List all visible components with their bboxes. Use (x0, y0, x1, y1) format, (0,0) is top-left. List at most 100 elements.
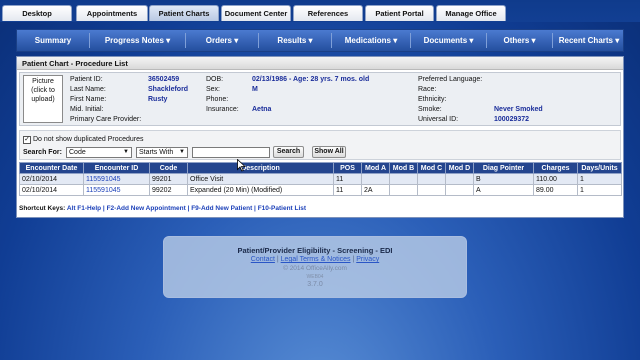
shortcut-add-appointment[interactable]: F2-Add New Appointment (107, 205, 186, 212)
tab-desktop[interactable]: Desktop (2, 5, 72, 21)
table-row[interactable]: 02/10/2014 115591045 99201 Office Visit … (19, 173, 622, 185)
smoke-value: Never Smoked (494, 106, 543, 113)
cell-mod-d (445, 184, 474, 196)
cell-days-units: 1 (577, 173, 622, 185)
first-name-value: Rusty (148, 96, 168, 103)
cell-encounter-date: 02/10/2014 (19, 173, 84, 185)
shortcut-add-patient[interactable]: F9-Add New Patient (191, 205, 252, 212)
cell-encounter-id-link[interactable]: 115591045 (83, 173, 150, 185)
dob-label: DOB: (206, 76, 224, 83)
nav-documents[interactable]: Documents ▾ (411, 30, 486, 51)
col-encounter-date[interactable]: Encounter Date (19, 162, 84, 174)
nav-recent-charts[interactable]: Recent Charts ▾ (553, 30, 625, 51)
cell-mod-d (445, 173, 474, 185)
procedure-table: Encounter Date Encounter ID Code Descrip… (19, 162, 622, 196)
mouse-pointer-icon (237, 159, 246, 172)
col-diag-pointer[interactable]: Diag Pointer (473, 162, 534, 174)
tab-appointments[interactable]: Appointments (76, 5, 148, 21)
chevron-down-icon: ▼ (179, 149, 185, 155)
cell-mod-b (389, 173, 418, 185)
version-text: 3.7.0 (307, 281, 323, 288)
tab-patient-charts[interactable]: Patient Charts (149, 5, 219, 21)
nav-results[interactable]: Results ▾ (259, 30, 331, 51)
cell-mod-a: 2A (361, 184, 390, 196)
cell-mod-c (417, 184, 446, 196)
race-label: Race: (418, 86, 437, 93)
dob-value: 02/13/1986 - Age: 28 yrs. 7 mos. old (252, 76, 370, 83)
legal-terms-link[interactable]: Legal Terms & Notices (281, 256, 351, 263)
patient-id-label: Patient ID: (70, 76, 103, 83)
col-code[interactable]: Code (149, 162, 188, 174)
insurance-label: Insurance: (206, 106, 239, 113)
table-row[interactable]: 02/10/2014 115591045 99202 Expanded (20 … (19, 184, 622, 196)
contact-link[interactable]: Contact (251, 256, 275, 263)
cell-encounter-date: 02/10/2014 (19, 184, 84, 196)
search-for-label: Search For: (23, 149, 62, 156)
first-name-label: First Name: (70, 96, 107, 103)
patient-picture-upload[interactable]: Picture (click to upload) (23, 75, 63, 123)
dup-procedures-checkbox[interactable]: ✓ (23, 136, 31, 144)
nav-progress-notes[interactable]: Progress Notes ▾ (90, 30, 185, 51)
encounter-id-link[interactable]: 115591045 (86, 176, 121, 183)
col-pos[interactable]: POS (333, 162, 362, 174)
cell-description: Office Visit (187, 173, 334, 185)
last-name-value: Shackleford (148, 86, 189, 93)
sex-label: Sex: (206, 86, 221, 93)
col-charges[interactable]: Charges (533, 162, 578, 174)
insurance-value: Aetna (252, 106, 272, 113)
show-all-button[interactable]: Show All (312, 146, 346, 158)
shortcut-patient-list[interactable]: F10-Patient List (258, 205, 306, 212)
shortcut-keys: Shortcut Keys: Alt F1-Help | F2-Add New … (19, 205, 306, 212)
picture-label: Picture (32, 78, 54, 85)
footer-title: Patient/Provider Eligibility - Screening… (237, 246, 393, 255)
tab-patient-portal[interactable]: Patient Portal (365, 5, 434, 21)
last-name-label: Last Name: (70, 86, 106, 93)
tab-document-center[interactable]: Document Center (221, 5, 291, 21)
shortcut-help[interactable]: Alt F1-Help (67, 205, 101, 212)
tab-references[interactable]: References (293, 5, 363, 21)
nav-summary[interactable]: Summary (17, 30, 89, 51)
encounter-id-link[interactable]: 115591045 (86, 187, 121, 194)
mid-initial-label: Mid. Initial: (70, 106, 104, 113)
cell-pos: 11 (333, 184, 362, 196)
search-input[interactable] (192, 147, 270, 158)
procedure-list-panel: Patient Chart - Procedure List Picture (… (16, 56, 624, 218)
smoke-label: Smoke: (418, 106, 442, 113)
chevron-down-icon: ▼ (123, 149, 129, 155)
cell-mod-b (389, 184, 418, 196)
col-mod-c[interactable]: Mod C (417, 162, 446, 174)
col-mod-b[interactable]: Mod B (389, 162, 418, 174)
tab-manage-office[interactable]: Manage Office (436, 5, 506, 21)
nav-orders[interactable]: Orders ▾ (186, 30, 258, 51)
cell-diag-pointer: A (473, 184, 534, 196)
col-mod-a[interactable]: Mod A (361, 162, 390, 174)
table-header-row: Encounter Date Encounter ID Code Descrip… (19, 162, 622, 174)
cell-days-units: 1 (577, 184, 622, 196)
search-button[interactable]: Search (273, 146, 304, 158)
server-id: WEB04 (306, 274, 324, 280)
col-encounter-id[interactable]: Encounter ID (83, 162, 150, 174)
match-mode-select[interactable]: Starts With ▼ (136, 147, 188, 158)
search-field-select[interactable]: Code ▼ (66, 147, 132, 158)
cell-encounter-id-link[interactable]: 115591045 (83, 184, 150, 196)
nav-medications[interactable]: Medications ▾ (332, 30, 410, 51)
privacy-link[interactable]: Privacy (356, 256, 379, 263)
ethnicity-label: Ethnicity: (418, 96, 447, 103)
language-label: Preferred Language: (418, 76, 483, 83)
cell-pos: 11 (333, 173, 362, 185)
cell-code: 99201 (149, 173, 188, 185)
col-mod-d[interactable]: Mod D (445, 162, 474, 174)
footer-box: Patient/Provider Eligibility - Screening… (163, 236, 467, 298)
copyright-text: © 2014 OfficeAlly.com (283, 265, 347, 272)
panel-title: Patient Chart - Procedure List (17, 57, 623, 70)
sex-value: M (252, 86, 258, 93)
col-days-units[interactable]: Days/Units (577, 162, 622, 174)
universal-id-label: Universal ID: (418, 116, 459, 123)
col-description[interactable]: Description (187, 162, 334, 174)
pcp-label: Primary Care Provider: (70, 116, 142, 123)
patient-info-section: Picture (click to upload) Patient ID: 36… (19, 72, 621, 126)
filter-area: ✓ Do not show duplicated Procedures Sear… (19, 130, 621, 160)
patient-id-value: 36502459 (148, 76, 180, 83)
nav-others[interactable]: Others ▾ (487, 30, 552, 51)
picture-hint-2: upload) (31, 96, 55, 103)
